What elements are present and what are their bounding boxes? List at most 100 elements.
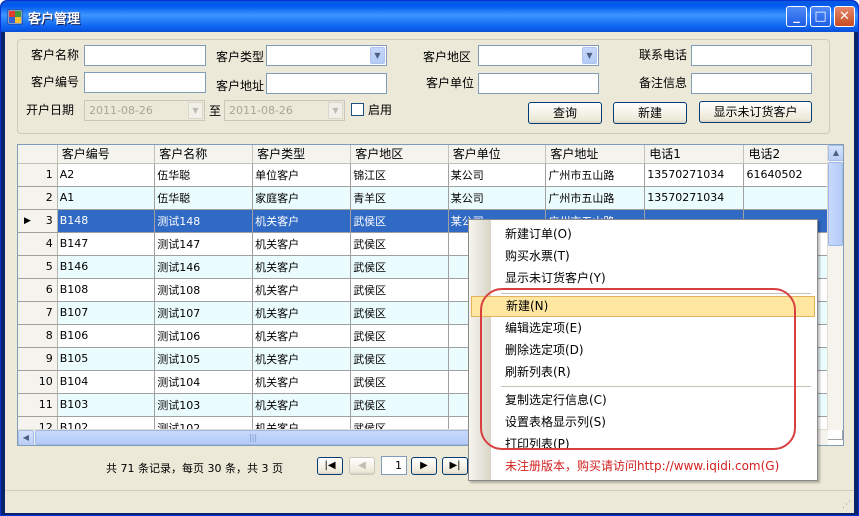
vertical-scroll-thumb[interactable] xyxy=(828,162,843,246)
column-header[interactable]: 客户单位 xyxy=(448,145,547,164)
table-cell[interactable]: 机关客户 xyxy=(252,209,352,233)
menu-item-print-list[interactable]: 打印列表(P) xyxy=(471,434,815,455)
table-cell[interactable]: 测试147 xyxy=(154,232,254,256)
page-number-input[interactable]: 1 xyxy=(381,456,407,475)
minimize-icon[interactable]: _ xyxy=(786,6,807,27)
table-cell[interactable]: 测试108 xyxy=(154,278,254,302)
chevron-down-icon[interactable]: ▼ xyxy=(188,102,203,119)
table-cell[interactable]: A1 xyxy=(57,186,156,210)
customer-region-select[interactable]: ▼ xyxy=(478,45,599,66)
close-icon[interactable]: ✕ xyxy=(834,6,855,27)
table-cell[interactable]: 伍华聪 xyxy=(154,163,254,187)
chevron-left-icon[interactable]: ◀ xyxy=(18,430,34,445)
maximize-icon[interactable]: □ xyxy=(810,6,831,27)
table-row[interactable]: 2 A1 伍华聪 家庭客户 青羊区 某公司 广州市五山路 13570271034 xyxy=(18,186,843,210)
menu-item-buy-water-ticket[interactable]: 购买水票(T) xyxy=(471,246,815,267)
last-page-icon[interactable]: ▶| xyxy=(442,457,468,475)
resize-grip-icon[interactable]: ⋰ xyxy=(842,500,851,510)
table-cell[interactable]: A2 xyxy=(57,163,156,187)
row-number[interactable]: 11 xyxy=(18,393,58,417)
chevron-down-icon[interactable]: ▼ xyxy=(582,47,597,64)
first-page-icon[interactable]: |◀ xyxy=(317,457,343,475)
customer-no-input[interactable] xyxy=(84,72,206,93)
column-header[interactable]: 客户地区 xyxy=(350,145,449,164)
table-cell[interactable]: 机关客户 xyxy=(252,324,352,348)
row-number[interactable]: 9 xyxy=(18,347,58,371)
table-cell[interactable]: 13570271034 xyxy=(644,163,745,187)
table-cell[interactable]: 武侯区 xyxy=(350,301,449,325)
column-header[interactable]: 客户编号 xyxy=(57,145,156,164)
table-row[interactable]: 1 A2 伍华聪 单位客户 锦江区 某公司 广州市五山路 13570271034… xyxy=(18,163,843,187)
row-number[interactable]: 7 xyxy=(18,301,58,325)
row-number[interactable]: 10 xyxy=(18,370,58,394)
vertical-scrollbar[interactable]: ▲ xyxy=(827,145,843,430)
table-cell[interactable]: B106 xyxy=(57,324,156,348)
table-cell[interactable]: B148 xyxy=(57,209,156,233)
query-button[interactable]: 查询 xyxy=(528,102,602,124)
row-number[interactable]: ▶ 3 xyxy=(18,209,58,233)
date-from-picker[interactable]: 2011-08-26 ▼ xyxy=(84,100,205,121)
phone-input[interactable] xyxy=(691,45,812,66)
menu-item-new[interactable]: 新建(N) xyxy=(471,296,815,317)
table-cell[interactable]: 13570271034 xyxy=(644,186,745,210)
table-cell[interactable]: B147 xyxy=(57,232,156,256)
menu-item-delete-selected[interactable]: 删除选定项(D) xyxy=(471,340,815,361)
table-cell[interactable]: 武侯区 xyxy=(350,370,449,394)
table-cell[interactable]: B146 xyxy=(57,255,156,279)
row-number[interactable]: 4 xyxy=(18,232,58,256)
chevron-up-icon[interactable]: ▲ xyxy=(828,145,843,161)
row-number[interactable]: 2 xyxy=(18,186,58,210)
menu-item-refresh-list[interactable]: 刷新列表(R) xyxy=(471,362,815,383)
table-cell[interactable]: 测试104 xyxy=(154,370,254,394)
table-cell[interactable]: 机关客户 xyxy=(252,370,352,394)
table-cell[interactable]: 锦江区 xyxy=(350,163,449,187)
column-header[interactable]: 客户地址 xyxy=(545,145,646,164)
table-cell[interactable]: 广州市五山路 xyxy=(545,163,646,187)
table-cell[interactable]: 广州市五山路 xyxy=(545,186,646,210)
customer-unit-input[interactable] xyxy=(478,73,599,94)
table-cell[interactable]: 测试146 xyxy=(154,255,254,279)
table-cell[interactable]: 测试107 xyxy=(154,301,254,325)
table-cell[interactable]: 武侯区 xyxy=(350,232,449,256)
title-bar[interactable]: 客户管理 _ □ ✕ xyxy=(1,1,858,32)
date-to-picker[interactable]: 2011-08-26 ▼ xyxy=(224,100,345,121)
table-cell[interactable]: 武侯区 xyxy=(350,324,449,348)
remark-input[interactable] xyxy=(691,73,812,94)
menu-item-edit-selected[interactable]: 编辑选定项(E) xyxy=(471,318,815,339)
menu-item-register[interactable]: 未注册版本，购买请访问http://www.iqidi.com(G) xyxy=(471,456,815,477)
table-cell[interactable]: 家庭客户 xyxy=(252,186,352,210)
row-number[interactable]: 6 xyxy=(18,278,58,302)
column-header[interactable]: 电话1 xyxy=(644,145,745,164)
table-cell[interactable]: 某公司 xyxy=(448,163,547,187)
table-cell[interactable]: 某公司 xyxy=(448,186,547,210)
chevron-down-icon[interactable]: ▼ xyxy=(370,47,385,64)
table-cell[interactable]: 武侯区 xyxy=(350,393,449,417)
table-cell[interactable]: 机关客户 xyxy=(252,278,352,302)
table-cell[interactable]: 测试148 xyxy=(154,209,254,233)
enable-checkbox[interactable] xyxy=(351,103,364,116)
table-cell[interactable]: B104 xyxy=(57,370,156,394)
chevron-down-icon[interactable]: ▼ xyxy=(328,102,343,119)
column-header[interactable]: 客户名称 xyxy=(154,145,254,164)
table-cell[interactable]: 武侯区 xyxy=(350,278,449,302)
horizontal-scroll-thumb[interactable]: ||| xyxy=(35,430,471,445)
table-cell[interactable]: 武侯区 xyxy=(350,347,449,371)
table-cell[interactable]: B107 xyxy=(57,301,156,325)
table-cell[interactable]: 机关客户 xyxy=(252,347,352,371)
customer-name-input[interactable] xyxy=(84,45,206,66)
table-cell[interactable]: 单位客户 xyxy=(252,163,352,187)
table-cell[interactable]: 伍华聪 xyxy=(154,186,254,210)
table-cell[interactable]: 机关客户 xyxy=(252,255,352,279)
table-cell[interactable]: B105 xyxy=(57,347,156,371)
menu-item-copy-row-info[interactable]: 复制选定行信息(C) xyxy=(471,390,815,411)
table-cell[interactable]: 青羊区 xyxy=(350,186,449,210)
customer-type-select[interactable]: ▼ xyxy=(266,45,387,66)
row-number[interactable]: 1 xyxy=(18,163,58,187)
row-number[interactable]: 5 xyxy=(18,255,58,279)
column-header[interactable]: 客户类型 xyxy=(252,145,352,164)
table-cell[interactable]: 测试103 xyxy=(154,393,254,417)
menu-item-new-order[interactable]: 新建订单(O) xyxy=(471,224,815,245)
prev-page-icon[interactable]: ◀ xyxy=(349,457,375,475)
new-button[interactable]: 新建 xyxy=(613,102,687,124)
table-cell[interactable]: 测试106 xyxy=(154,324,254,348)
